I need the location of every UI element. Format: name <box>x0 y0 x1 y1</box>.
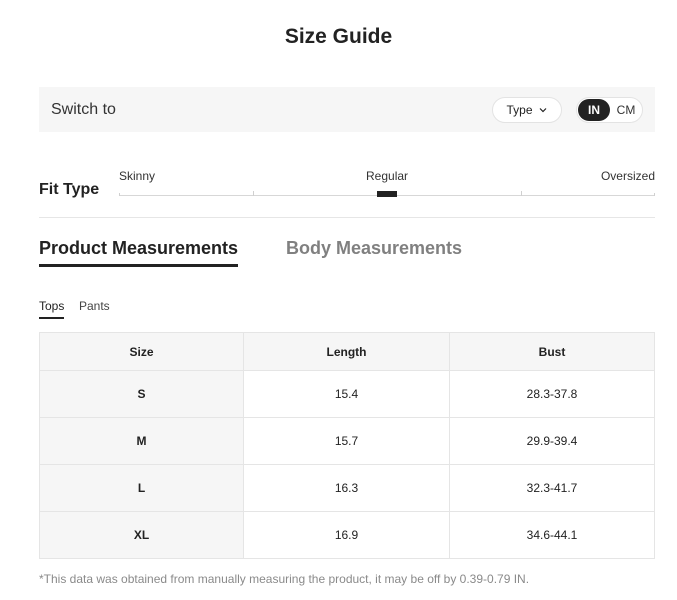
type-dropdown-button[interactable]: Type <box>492 97 562 123</box>
header-bust: Bust <box>449 332 655 371</box>
table-row: L 16.3 32.3-41.7 <box>39 464 655 512</box>
fit-option-regular[interactable]: Regular <box>366 169 408 183</box>
unit-toggle: IN CM <box>576 97 643 123</box>
length-cell: 15.7 <box>243 417 450 465</box>
bust-cell: 34.6-44.1 <box>449 511 655 559</box>
bust-cell: 32.3-41.7 <box>449 464 655 512</box>
fit-selected-marker <box>377 191 397 197</box>
tab-product-measurements[interactable]: Product Measurements <box>39 238 239 267</box>
size-cell: M <box>39 417 244 465</box>
size-cell: S <box>39 370 244 418</box>
size-cell: XL <box>39 511 244 559</box>
header-length: Length <box>243 332 450 371</box>
unit-switch-bar: Switch to Type IN CM <box>39 87 655 132</box>
fit-type-label: Fit Type <box>39 181 100 198</box>
unit-in-option[interactable]: IN <box>578 99 610 121</box>
subtab-tops[interactable]: Tops <box>39 299 65 319</box>
table-row: M 15.7 29.9-39.4 <box>39 417 655 465</box>
fit-scale-tick <box>521 191 522 196</box>
subtab-pants[interactable]: Pants <box>79 299 110 313</box>
size-cell: L <box>39 464 244 512</box>
tab-body-measurements[interactable]: Body Measurements <box>286 238 462 259</box>
chevron-down-icon <box>539 108 546 113</box>
switch-label: Switch to <box>51 101 116 118</box>
table-row: S 15.4 28.3-37.8 <box>39 370 655 418</box>
table-header-row: Size Length Bust <box>39 332 655 371</box>
bust-cell: 28.3-37.8 <box>449 370 655 418</box>
bust-cell: 29.9-39.4 <box>449 417 655 465</box>
page-title: Size Guide <box>284 25 393 48</box>
unit-cm-option[interactable]: CM <box>612 99 640 121</box>
length-cell: 16.9 <box>243 511 450 559</box>
table-row: XL 16.9 34.6-44.1 <box>39 511 655 559</box>
length-cell: 16.3 <box>243 464 450 512</box>
fit-option-oversized[interactable]: Oversized <box>601 169 655 183</box>
size-table: Size Length Bust S 15.4 28.3-37.8 M 15.7… <box>39 332 655 559</box>
section-divider <box>39 217 655 218</box>
length-cell: 15.4 <box>243 370 450 418</box>
measurement-footnote: *This data was obtained from manually me… <box>39 572 530 586</box>
type-button-label: Type <box>506 103 533 117</box>
header-size: Size <box>39 332 244 371</box>
fit-scale-tick <box>253 191 254 196</box>
fit-option-skinny[interactable]: Skinny <box>119 169 155 183</box>
